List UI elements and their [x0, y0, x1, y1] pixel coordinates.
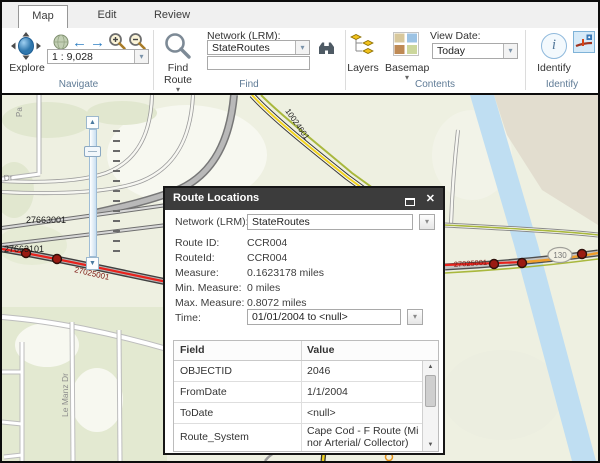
view-date-label: View Date:	[430, 30, 481, 42]
chevron-down-icon[interactable]: ▾	[503, 44, 517, 58]
dlg-network-dropdown-icon[interactable]: ▾	[419, 214, 435, 230]
chevron-down-icon[interactable]: ▾	[134, 50, 148, 63]
table-scrollbar[interactable]: ▲ ▼	[422, 361, 438, 451]
column-divider	[301, 382, 302, 402]
max-measure-value: 0.8072 miles	[247, 297, 307, 309]
layers-icon[interactable]	[349, 32, 376, 63]
zoom-slider-ticks	[113, 130, 120, 256]
maximize-icon[interactable]	[405, 193, 415, 211]
zoom-slider-thumb[interactable]	[84, 146, 101, 157]
map-zoom-slider[interactable]: ▲ ▼	[84, 116, 102, 271]
route-locations-dialog: Route Locations ✕ Network (LRM): StateRo…	[163, 186, 445, 455]
ribbon: Explore ← → 1 : 9,0	[2, 28, 598, 93]
scale-value: 1 : 9,028	[52, 51, 132, 63]
route-marker[interactable]	[578, 250, 587, 259]
view-date-value: Today	[437, 45, 501, 57]
zoom-out-slider-button[interactable]: ▼	[86, 257, 99, 270]
identify-i-glyph: i	[552, 37, 556, 53]
field-cell: OBJECTID	[180, 365, 232, 377]
routeid-label: RouteId:	[175, 252, 215, 264]
route-marker[interactable]	[518, 259, 527, 268]
route-marker[interactable]	[53, 255, 62, 264]
route-marker[interactable]	[490, 260, 499, 269]
time-combo[interactable]: 01/01/2004 to <null>	[247, 309, 401, 325]
basemap-icon[interactable]	[393, 32, 419, 62]
scroll-down-icon[interactable]: ▼	[423, 439, 438, 451]
scroll-up-icon[interactable]: ▲	[423, 361, 438, 373]
max-measure-label: Max. Measure:	[175, 297, 244, 309]
zoom-in-slider-button[interactable]: ▲	[86, 116, 99, 129]
route-id-value: CCR004	[247, 237, 287, 249]
value-cell: <null>	[307, 407, 419, 419]
tab-review[interactable]: Review	[144, 5, 200, 28]
time-dropdown-icon[interactable]: ▾	[407, 309, 423, 325]
table-header: Field Value	[174, 341, 438, 361]
column-divider	[301, 341, 302, 360]
identify-route-locations-tool[interactable]	[573, 31, 595, 53]
group-label-identify: Identify	[526, 79, 598, 90]
table-row[interactable]: Route_System Cape Cod - F Route (Minor A…	[174, 424, 422, 452]
column-divider	[301, 403, 302, 423]
time-value: 01/01/2004 to <null>	[252, 311, 348, 323]
route-id-label: 27663001	[26, 215, 66, 225]
find-route-label-1: Find	[156, 62, 200, 74]
app-window: Map Edit Review Explore	[0, 0, 600, 463]
dlg-network-label: Network (LRM):	[175, 216, 249, 228]
min-measure-value: 0 miles	[247, 282, 280, 294]
layers-button[interactable]: Layers	[344, 62, 382, 74]
route-id-label: 27663101	[4, 244, 44, 254]
table-row[interactable]: FromDate 1/1/2004	[174, 382, 422, 403]
binoculars-icon[interactable]	[318, 41, 335, 60]
next-extent-icon[interactable]: →	[90, 35, 105, 50]
tab-edit[interactable]: Edit	[82, 5, 132, 28]
dlg-network-combo[interactable]: StateRoutes	[247, 214, 413, 230]
chevron-down-icon[interactable]: ▾	[295, 41, 309, 54]
group-label-find: Find	[154, 79, 344, 90]
tab-map[interactable]: Map	[18, 5, 68, 28]
route-shield-130: 130	[548, 248, 572, 263]
field-cell: Route_System	[180, 431, 249, 443]
attribute-table: Field Value OBJECTID 2046 FromDate 1/1/2…	[173, 340, 439, 452]
view-date-combo[interactable]: Today ▾	[432, 43, 518, 59]
value-column-header: Value	[307, 344, 334, 356]
network-lrm-combo[interactable]: StateRoutes ▾	[207, 40, 310, 55]
dialog-title: Route Locations	[173, 192, 259, 204]
field-cell: FromDate	[180, 386, 227, 398]
value-cell: Cape Cod - F Route (Minor Arterial/ Coll…	[307, 425, 419, 449]
explore-button[interactable]: Explore	[4, 62, 50, 74]
identify-button[interactable]: Identify	[534, 62, 574, 74]
street-name-label: Le Manz Dr	[60, 373, 70, 417]
column-divider	[301, 424, 302, 452]
group-label-contents: Contents	[346, 79, 524, 90]
scale-combo[interactable]: 1 : 9,028 ▾	[47, 49, 149, 64]
dialog-titlebar[interactable]: Route Locations ✕	[165, 188, 443, 210]
routeid-value: CCR004	[247, 252, 287, 264]
value-cell: 1/1/2004	[307, 386, 419, 398]
street-name-label: Dr	[3, 172, 13, 183]
route-id-label: Route ID:	[175, 237, 219, 249]
close-icon[interactable]: ✕	[426, 193, 435, 205]
ribbon-tab-strip: Map Edit Review	[2, 2, 598, 28]
table-row[interactable]: OBJECTID 2046	[174, 361, 422, 382]
measure-value: 0.1623178 miles	[247, 267, 324, 279]
network-lrm-value: StateRoutes	[212, 42, 293, 54]
route-input[interactable]	[207, 56, 310, 70]
time-label: Time:	[175, 312, 201, 324]
previous-extent-icon[interactable]: ←	[72, 35, 87, 50]
min-measure-label: Min. Measure:	[175, 282, 242, 294]
dlg-network-value: StateRoutes	[252, 216, 310, 228]
column-divider	[301, 361, 302, 381]
table-row[interactable]: ToDate <null>	[174, 403, 422, 424]
value-cell: 2046	[307, 365, 419, 377]
svg-text:130: 130	[553, 251, 567, 260]
field-column-header: Field	[180, 344, 205, 356]
field-cell: ToDate	[180, 407, 213, 419]
street-name-label: Pa	[15, 107, 24, 117]
identify-icon[interactable]: i	[541, 33, 567, 59]
measure-label: Measure:	[175, 267, 219, 279]
group-label-navigate: Navigate	[4, 79, 153, 90]
scrollbar-thumb[interactable]	[425, 375, 436, 407]
